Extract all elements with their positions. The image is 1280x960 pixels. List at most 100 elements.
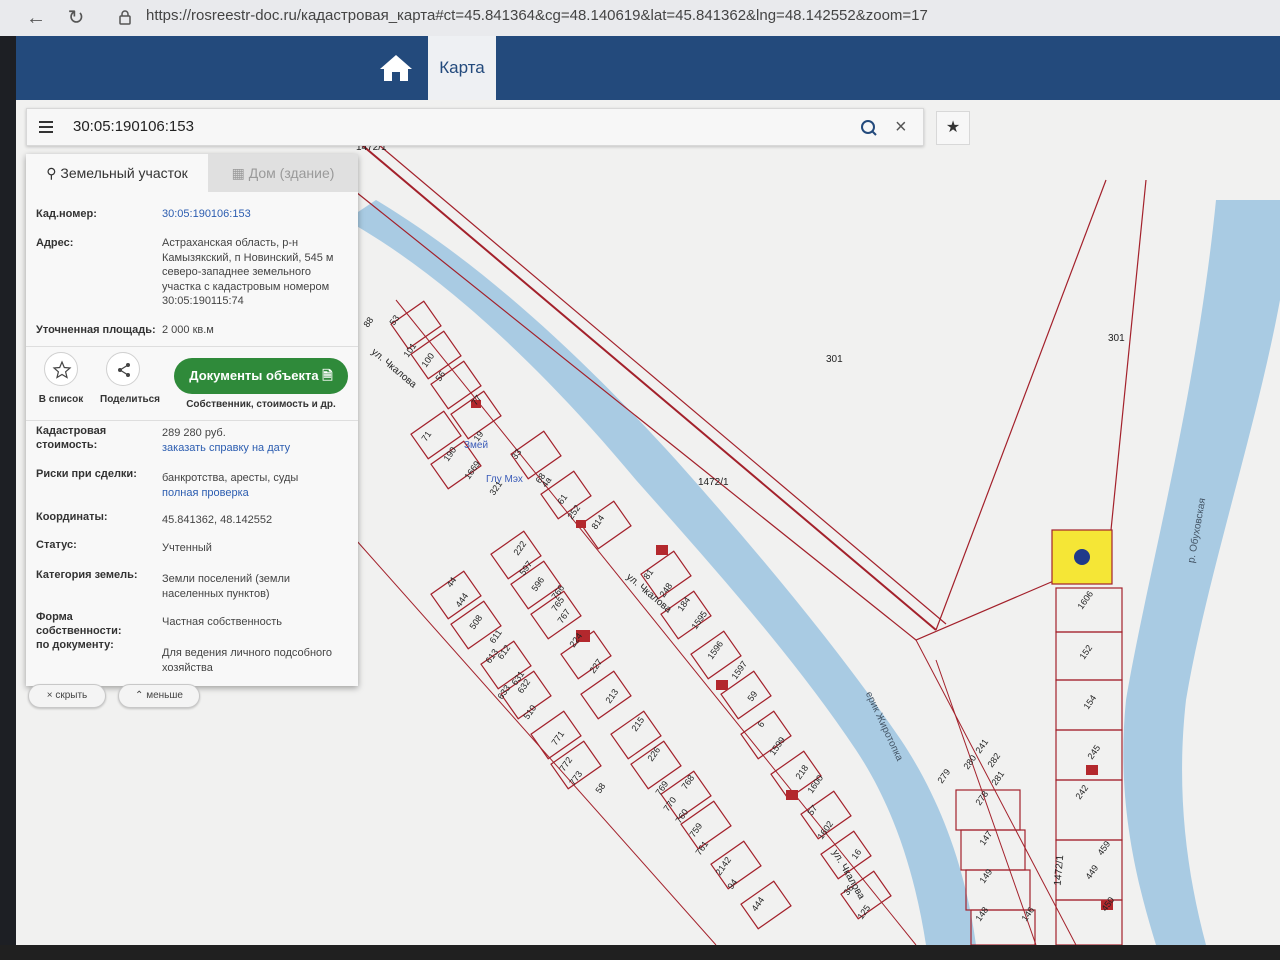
parcel-marker	[1074, 549, 1090, 565]
parcel-number: 16	[849, 847, 863, 861]
risk-value-block: банкротства, аресты, суды полная проверк…	[162, 471, 350, 500]
cad-number-label: Кад.номер:	[36, 208, 97, 220]
parcel-number: 282	[985, 751, 1002, 769]
parcel-number: 57	[805, 803, 819, 817]
star-icon[interactable]: ★	[936, 111, 970, 145]
site-header: Карта	[16, 36, 1280, 100]
river-zhirotopka	[346, 200, 976, 945]
documents-subtitle: Собственник, стоимость и др.	[186, 399, 336, 410]
cad-number-value[interactable]: 30:05:190106:153	[162, 207, 350, 222]
parcel-number: 459	[1095, 839, 1112, 857]
parcel-number: 611	[487, 628, 503, 645]
share-button[interactable]: Поделиться	[100, 352, 160, 405]
parcel-number: 44	[444, 575, 458, 589]
risk-label: Риски при сделки:	[36, 468, 137, 480]
cost-value-block: 289 280 руб. заказать справку на дату	[162, 426, 350, 455]
risk-value: банкротства, аресты, суды	[162, 472, 299, 484]
order-certificate-link[interactable]: заказать справку на дату	[162, 441, 350, 456]
parcel-number: 33	[509, 447, 523, 461]
parcel-number: 280	[961, 753, 978, 771]
parcel-number: 148	[973, 905, 990, 923]
map-label-301a: 301	[826, 354, 843, 365]
close-icon: ×	[46, 690, 53, 701]
parcel-number: 633	[495, 683, 512, 701]
parcel-number: 771	[549, 729, 566, 747]
parcel-number: 596	[529, 575, 546, 593]
parcel-number: 279	[935, 767, 952, 785]
parcel-number: 773	[567, 769, 584, 787]
less-button[interactable]: ⌃ меньше	[118, 684, 200, 708]
browser-toolbar: ← ↻ https://rosreestr-doc.ru/кадастровая…	[0, 0, 1280, 36]
url-bar[interactable]: https://rosreestr-doc.ru/кадастровая_кар…	[146, 7, 928, 24]
ownership-value: Частная собственность	[162, 616, 283, 628]
tab-house[interactable]: ▦ Дом (здание)	[208, 154, 358, 192]
map-label-301b: 301	[1108, 333, 1125, 344]
parcel-number: 769	[653, 779, 670, 797]
parcel-number: 59	[745, 689, 759, 703]
status-value: Учтенный	[162, 542, 212, 554]
object-documents-button[interactable]: Документы объекта 🗎	[174, 358, 348, 394]
hamburger-menu-icon[interactable]	[37, 118, 55, 136]
map-label-1472a: 1472/1	[698, 477, 729, 488]
address-label: Адрес:	[36, 237, 74, 249]
parcel-number: 88	[361, 315, 375, 329]
map-label-1472c: 1472/1	[1053, 854, 1067, 886]
parcel-number: 222	[511, 539, 528, 557]
parcel-number: 1599	[767, 735, 787, 757]
back-arrow-icon[interactable]: ←	[24, 6, 48, 30]
parcel-number: 227	[587, 657, 604, 675]
parcel-number: 215	[629, 715, 646, 733]
parcel-number: 184	[675, 595, 692, 613]
by-document-value: Для ведения личного подсобного хозяйства	[162, 647, 333, 674]
map-label-poi2: Глу Мэх	[486, 474, 523, 485]
document-icon: 🗎	[322, 368, 333, 383]
parcel-number: 58	[593, 781, 607, 795]
parcel-number: 768	[679, 773, 696, 791]
parcel-number: 2142	[713, 855, 733, 877]
search-input[interactable]: 30:05:190106:153	[73, 118, 194, 135]
parcel-number: 71	[419, 429, 433, 443]
tab-land-plot[interactable]: ⚲ Земельный участок	[26, 154, 208, 192]
tab-map[interactable]: Карта	[428, 36, 496, 100]
user-icon: ⚲	[46, 165, 57, 181]
full-check-link[interactable]: полная проверка	[162, 486, 350, 501]
reload-icon[interactable]: ↻	[64, 6, 88, 30]
parcel-number: 61	[555, 492, 569, 506]
parcel-number: 760	[673, 807, 690, 825]
land-category-label: Категория земель:	[36, 569, 138, 581]
parcel-number: 1600	[805, 773, 825, 795]
parcel-number: 242	[1073, 783, 1090, 801]
land-category-value: Земли поселений (земли населенных пункто…	[162, 573, 291, 600]
home-icon	[380, 55, 412, 81]
parcel-number: 1602	[815, 819, 835, 841]
building-icon: ▦	[231, 165, 245, 181]
divider	[26, 346, 358, 347]
parcel-number: 449	[1083, 863, 1100, 881]
parcel-number: 81	[641, 567, 655, 581]
parcel-number: 241	[973, 737, 990, 755]
area-value: 2 000 кв.м	[162, 324, 214, 336]
divider	[26, 420, 358, 421]
status-label: Статус:	[36, 539, 77, 551]
parcel-number: 252	[565, 503, 582, 521]
parcel-number: 444	[453, 591, 470, 609]
hide-button[interactable]: × скрыть	[28, 684, 106, 708]
ownership-label: Форма собственности:	[36, 611, 122, 637]
parcel-number: 152	[1077, 643, 1094, 661]
parcel-number: 53	[387, 313, 401, 327]
address-value: Астраханская область, р-н Камызякский, п…	[162, 237, 334, 307]
parcel-number: 94	[725, 877, 739, 891]
parcel-number: 278	[973, 789, 990, 807]
os-taskbar	[0, 945, 1280, 960]
home-button[interactable]	[366, 36, 426, 100]
parcel-number: 1595	[689, 609, 709, 631]
parcel-group-upper	[390, 300, 892, 920]
parcel-number: 213	[603, 687, 620, 705]
add-to-list-button[interactable]: В список	[38, 352, 84, 405]
close-icon[interactable]: ×	[895, 117, 915, 137]
parcel-number: 245	[1085, 743, 1102, 761]
parcel-number: 154	[1081, 693, 1098, 711]
search-icon[interactable]	[859, 118, 879, 138]
chevron-up-icon: ⌃	[135, 690, 144, 701]
share-icon	[106, 352, 140, 386]
